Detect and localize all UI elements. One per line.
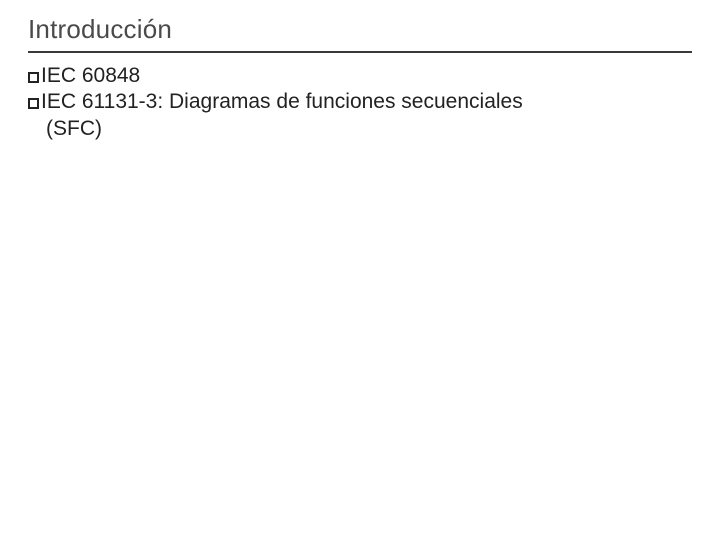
slide-content: IEC 60848 IEC 61131-3: Diagramas de func… bbox=[28, 63, 692, 142]
title-underline bbox=[28, 51, 692, 53]
slide-title: Introducción bbox=[28, 14, 692, 49]
list-item: IEC 60848 bbox=[28, 63, 692, 89]
slide: Introducción IEC 60848 IEC 61131-3: Diag… bbox=[0, 0, 720, 540]
list-item: IEC 61131-3: Diagramas de funciones secu… bbox=[28, 89, 692, 142]
bullet-continuation: (SFC) bbox=[28, 116, 692, 142]
bullet-text: IEC 61131-3: Diagramas de funciones secu… bbox=[41, 90, 523, 113]
bullet-text: IEC 60848 bbox=[41, 64, 140, 87]
square-bullet-icon bbox=[28, 72, 39, 83]
square-bullet-icon bbox=[28, 98, 39, 109]
